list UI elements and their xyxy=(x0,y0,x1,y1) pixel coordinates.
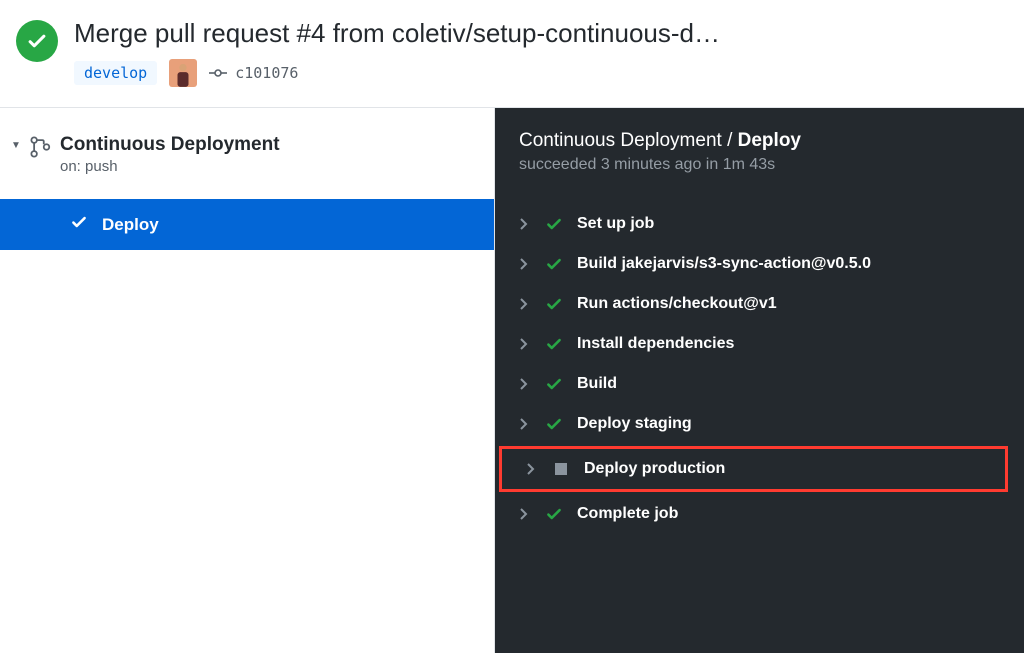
check-icon xyxy=(545,505,563,523)
chevron-right-icon xyxy=(519,378,531,390)
step-label: Build xyxy=(577,375,617,393)
commit-sha: c101076 xyxy=(235,64,298,82)
chevron-right-icon xyxy=(519,338,531,350)
chevron-right-icon xyxy=(519,508,531,520)
check-icon xyxy=(545,335,563,353)
chevron-right-icon xyxy=(526,463,538,475)
skipped-icon xyxy=(552,460,570,478)
breadcrumb-current: Deploy xyxy=(738,130,801,151)
caret-down-icon: ▼ xyxy=(10,140,22,151)
step-label: Complete job xyxy=(577,505,678,523)
check-icon xyxy=(545,215,563,233)
branch-label[interactable]: develop xyxy=(74,61,157,85)
check-icon xyxy=(545,375,563,393)
job-name: Deploy xyxy=(102,215,159,235)
chevron-right-icon xyxy=(519,418,531,430)
check-icon xyxy=(545,295,563,313)
run-title: Merge pull request #4 from coletiv/setup… xyxy=(74,18,1008,49)
step-label: Build jakejarvis/s3-sync-action@v0.5.0 xyxy=(577,255,871,273)
step-row[interactable]: Build xyxy=(495,364,1024,404)
success-icon xyxy=(16,20,58,62)
avatar[interactable] xyxy=(169,59,197,87)
step-label: Install dependencies xyxy=(577,335,734,353)
step-label: Deploy staging xyxy=(577,415,692,433)
step-row[interactable]: Run actions/checkout@v1 xyxy=(495,284,1024,324)
chevron-right-icon xyxy=(519,218,531,230)
job-item-deploy[interactable]: Deploy xyxy=(0,199,494,250)
job-detail-panel: Continuous Deployment / Deploy succeeded… xyxy=(495,108,1024,653)
status-line: succeeded 3 minutes ago in 1m 43s xyxy=(495,152,1024,174)
step-row[interactable]: Set up job xyxy=(495,204,1024,244)
commit-link[interactable]: c101076 xyxy=(209,64,298,82)
workflow-trigger: on: push xyxy=(60,158,280,175)
step-label: Deploy production xyxy=(584,460,725,478)
step-list: Set up job Build jakejarvis/s3-sync-acti… xyxy=(495,204,1024,534)
step-label: Run actions/checkout@v1 xyxy=(577,295,777,313)
check-icon xyxy=(545,255,563,273)
step-row[interactable]: Deploy production xyxy=(502,449,1005,489)
step-row[interactable]: Install dependencies xyxy=(495,324,1024,364)
run-header: Merge pull request #4 from coletiv/setup… xyxy=(0,0,1024,108)
check-icon xyxy=(545,415,563,433)
workflow-sidebar: ▼ Continuous Deployment on: push Deploy xyxy=(0,108,495,653)
step-label: Set up job xyxy=(577,215,654,233)
commit-icon xyxy=(209,65,227,81)
workflow-icon xyxy=(30,136,52,161)
check-icon xyxy=(70,213,88,236)
breadcrumb: Continuous Deployment / Deploy xyxy=(495,130,1024,152)
chevron-right-icon xyxy=(519,258,531,270)
step-row[interactable]: Complete job xyxy=(495,494,1024,534)
step-row[interactable]: Build jakejarvis/s3-sync-action@v0.5.0 xyxy=(495,244,1024,284)
workflow-name: Continuous Deployment xyxy=(60,134,280,156)
chevron-right-icon xyxy=(519,298,531,310)
workflow-header[interactable]: ▼ Continuous Deployment on: push xyxy=(0,126,494,185)
highlighted-step: Deploy production xyxy=(499,446,1008,492)
step-row[interactable]: Deploy staging xyxy=(495,404,1024,444)
breadcrumb-parent[interactable]: Continuous Deployment xyxy=(519,130,722,151)
